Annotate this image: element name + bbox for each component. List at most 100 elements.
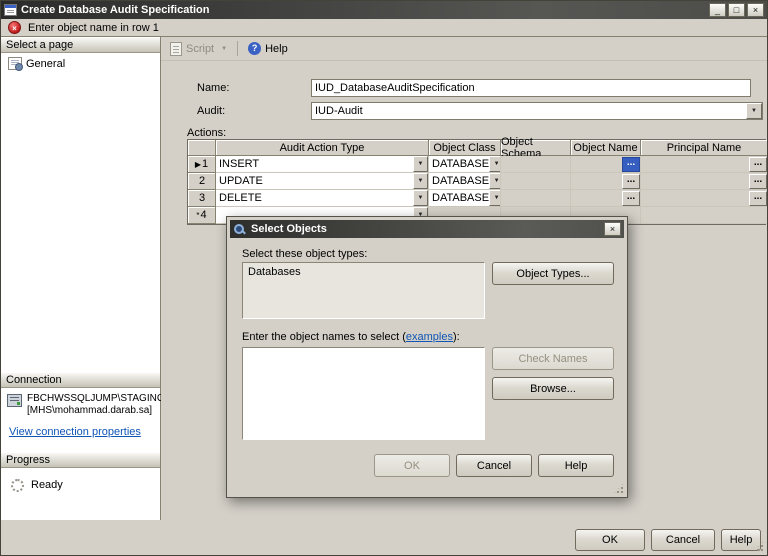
dropdown-arrow-icon[interactable]: ▼: [489, 173, 500, 189]
server-user: [MHS\mohammad.darab.sa]: [27, 405, 153, 416]
examples-link[interactable]: examples: [406, 331, 453, 343]
help-toolbar-button[interactable]: ? Help: [243, 39, 293, 59]
object-schema-cell: [501, 190, 571, 207]
script-dropdown-arrow-icon[interactable]: ▼: [221, 46, 227, 52]
script-button[interactable]: Script ▼: [165, 39, 232, 59]
new-row-indicator-icon: *: [196, 210, 200, 220]
object-name-cell[interactable]: ...: [571, 156, 641, 173]
column-header-principal-name: Principal Name: [641, 140, 767, 156]
progress-panel: Ready: [1, 468, 160, 520]
row-header-1[interactable]: ▶ 1: [188, 156, 216, 173]
dialog-cancel-button[interactable]: Cancel: [456, 454, 532, 477]
row-header-3[interactable]: 3: [188, 190, 216, 207]
connection-panel: FBCHWSSQLJUMP\STAGING [MHS\mohammad.dara…: [1, 388, 165, 452]
cell-value: UPDATE: [219, 175, 263, 187]
object-name-browse-button[interactable]: ...: [622, 190, 640, 206]
check-names-button[interactable]: Check Names: [492, 347, 614, 370]
validation-message: Enter object name in row 1: [28, 21, 159, 34]
principal-browse-button[interactable]: ...: [749, 190, 767, 206]
row-number: 4: [200, 209, 207, 221]
audit-dropdown-arrow-icon[interactable]: ▼: [746, 103, 762, 119]
server-icon: [7, 394, 22, 407]
object-name-cell[interactable]: ...: [571, 190, 641, 207]
browse-button[interactable]: Browse...: [492, 377, 614, 400]
select-a-page-header: Select a page: [1, 37, 160, 53]
connection-info: FBCHWSSQLJUMP\STAGING [MHS\mohammad.dara…: [7, 393, 165, 417]
actions-label: Actions:: [187, 127, 227, 139]
grid-row-3: 3 DELETE ▼ DATABASE ▼ ... ...: [188, 190, 767, 207]
dialog-ok-button[interactable]: OK: [374, 454, 450, 477]
object-name-cell[interactable]: ...: [571, 173, 641, 190]
dropdown-arrow-icon[interactable]: ▼: [489, 190, 500, 206]
page-item-general[interactable]: General: [1, 53, 160, 71]
dropdown-arrow-icon[interactable]: ▼: [413, 156, 428, 172]
grid-corner-cell: [188, 140, 216, 156]
object-name-browse-button[interactable]: ...: [622, 173, 640, 189]
general-page-label: General: [26, 57, 66, 70]
create-database-audit-specification-window: Create Database Audit Specification _ □ …: [0, 0, 768, 556]
window-titlebar[interactable]: Create Database Audit Specification _ □ …: [1, 1, 767, 19]
grid-row-1: ▶ 1 INSERT ▼ DATABASE ▼ ... ...: [188, 156, 767, 173]
audit-label: Audit:: [197, 105, 226, 117]
progress-header: Progress: [1, 452, 160, 468]
audit-combobox[interactable]: IUD-Audit ▼: [311, 102, 763, 120]
progress-status: Ready: [31, 479, 63, 491]
dialog-resize-grip[interactable]: [612, 482, 625, 495]
page-list: General: [1, 53, 160, 372]
object-schema-cell: [501, 156, 571, 173]
minimize-button[interactable]: _: [709, 3, 726, 17]
maximize-button[interactable]: □: [728, 3, 745, 17]
object-class-cell[interactable]: DATABASE ▼: [429, 173, 501, 190]
object-names-input[interactable]: [242, 347, 485, 440]
row-number: 1: [202, 158, 209, 170]
audit-action-type-cell[interactable]: INSERT ▼: [216, 156, 429, 173]
object-class-cell[interactable]: DATABASE ▼: [429, 190, 501, 207]
window-icon: [4, 4, 17, 16]
grid-header-row: Audit Action Type Object Class Object Sc…: [188, 136, 767, 160]
server-name: FBCHWSSQLJUMP\STAGING: [27, 393, 165, 404]
dialog-close-button[interactable]: ×: [604, 222, 621, 236]
cancel-button[interactable]: Cancel: [651, 529, 715, 551]
object-names-label: Enter the object names to select (exampl…: [242, 331, 460, 343]
audit-action-type-cell[interactable]: UPDATE ▼: [216, 173, 429, 190]
script-icon: [170, 41, 182, 56]
principal-name-cell[interactable]: ...: [641, 190, 767, 207]
object-types-box: Databases: [242, 262, 485, 319]
audit-action-type-cell[interactable]: DELETE ▼: [216, 190, 429, 207]
select-objects-dialog: Select Objects × Select these object typ…: [226, 216, 628, 498]
dialog-title: Select Objects: [251, 223, 327, 235]
footer-button-bar: OK Cancel Help: [1, 520, 767, 555]
help-button[interactable]: Help: [721, 529, 761, 551]
object-types-button[interactable]: Object Types...: [492, 262, 614, 285]
column-header-object-name: Object Name: [571, 140, 641, 156]
toolbar-separator: [237, 41, 239, 56]
dropdown-arrow-icon[interactable]: ▼: [489, 156, 500, 172]
object-class-cell[interactable]: DATABASE ▼: [429, 156, 501, 173]
select-objects-icon: [233, 223, 246, 236]
principal-browse-button[interactable]: ...: [749, 173, 767, 189]
principal-name-cell[interactable]: ...: [641, 156, 767, 173]
cell-value: DELETE: [219, 192, 262, 204]
row-number: 3: [198, 192, 206, 204]
dialog-help-button[interactable]: Help: [538, 454, 614, 477]
current-row-indicator-icon: ▶: [194, 159, 202, 169]
help-icon: ?: [248, 42, 262, 55]
dropdown-arrow-icon[interactable]: ▼: [413, 173, 428, 189]
view-connection-properties-link[interactable]: View connection properties: [9, 426, 141, 438]
row-header-4[interactable]: * 4: [188, 207, 216, 224]
principal-name-cell: [641, 207, 767, 224]
column-header-object-schema: Object Schema: [501, 136, 571, 160]
object-name-browse-button[interactable]: ...: [622, 156, 640, 172]
row-header-2[interactable]: 2: [188, 173, 216, 190]
object-schema-cell: [501, 173, 571, 190]
principal-name-cell[interactable]: ...: [641, 173, 767, 190]
dialog-titlebar[interactable]: Select Objects ×: [230, 220, 624, 238]
name-input[interactable]: [311, 79, 751, 97]
dropdown-arrow-icon[interactable]: ▼: [413, 190, 428, 206]
ok-button[interactable]: OK: [575, 529, 645, 551]
close-button[interactable]: ×: [747, 3, 764, 17]
object-names-label-suffix: ):: [452, 331, 460, 343]
grid-row-2: 2 UPDATE ▼ DATABASE ▼ ... ...: [188, 173, 767, 190]
help-button-label: Help: [265, 42, 288, 55]
principal-browse-button[interactable]: ...: [749, 156, 767, 172]
